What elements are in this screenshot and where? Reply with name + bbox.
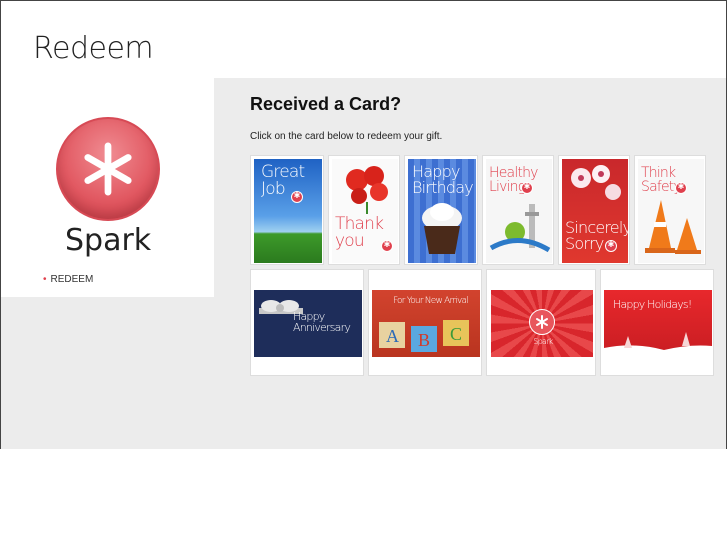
traffic-cone-icon bbox=[645, 200, 701, 254]
spark-badge-icon bbox=[521, 182, 533, 194]
spark-logo-icon bbox=[56, 117, 160, 221]
card-text: Great Job bbox=[261, 162, 305, 199]
card-healthy-living[interactable]: Healthy Living bbox=[482, 155, 554, 265]
spark-badge-icon bbox=[675, 182, 687, 194]
main-heading: Received a Card? bbox=[250, 94, 402, 114]
card-happy-birthday[interactable]: Happy Birthday bbox=[404, 155, 478, 265]
card-great-job[interactable]: Great Job bbox=[250, 155, 324, 265]
asterisk-icon bbox=[84, 142, 132, 196]
spark-badge-icon bbox=[381, 240, 393, 252]
flowers-icon bbox=[346, 166, 388, 214]
card-text: Happy Birthday bbox=[412, 162, 474, 197]
orchid-icon bbox=[571, 165, 621, 200]
spark-badge-icon bbox=[291, 191, 303, 203]
brand-wordmark: Spark bbox=[65, 223, 152, 258]
spark-badge-icon bbox=[605, 240, 617, 252]
page-title: Redeem bbox=[33, 31, 154, 66]
cupcake-icon bbox=[422, 203, 462, 254]
card-text: Happy Holidays! bbox=[613, 298, 692, 311]
card-happy-anniversary[interactable]: Happy Anniversary bbox=[250, 269, 364, 376]
spark-logo-icon bbox=[529, 309, 555, 335]
snow-trees-icon bbox=[604, 332, 712, 358]
asterisk-icon bbox=[536, 315, 548, 329]
instruction-text: Click on the card below to redeem your g… bbox=[250, 131, 443, 142]
card-new-arrival[interactable]: For Your New Arrival A B C bbox=[368, 269, 482, 376]
fitness-icon bbox=[489, 204, 551, 253]
bullet-icon: • bbox=[43, 274, 47, 285]
svg-text:B: B bbox=[418, 330, 430, 350]
abc-blocks-icon: A B C bbox=[379, 320, 469, 352]
card-think-safety[interactable]: Think Safety bbox=[634, 155, 706, 265]
card-text: For Your New Arrival bbox=[393, 296, 469, 306]
card-text: Sincerely Sorry bbox=[565, 218, 630, 253]
svg-text:C: C bbox=[450, 324, 462, 344]
card-happy-holidays[interactable]: Happy Holidays! bbox=[600, 269, 714, 376]
card-text: Happy Anniversary bbox=[293, 310, 351, 334]
page-frame: Redeem Spark • REDEEM Received a Card? Cl… bbox=[0, 0, 727, 449]
svg-text:A: A bbox=[386, 326, 399, 346]
sidebar-item-label: REDEEM bbox=[50, 274, 94, 285]
card-thank-you[interactable]: Thank you bbox=[328, 155, 400, 265]
card-spark[interactable]: Spark bbox=[486, 269, 596, 376]
card-text: Spark bbox=[533, 337, 554, 346]
sidebar-item-redeem[interactable]: • REDEEM bbox=[43, 274, 93, 285]
card-sincerely-sorry[interactable]: Sincerely Sorry bbox=[558, 155, 630, 265]
